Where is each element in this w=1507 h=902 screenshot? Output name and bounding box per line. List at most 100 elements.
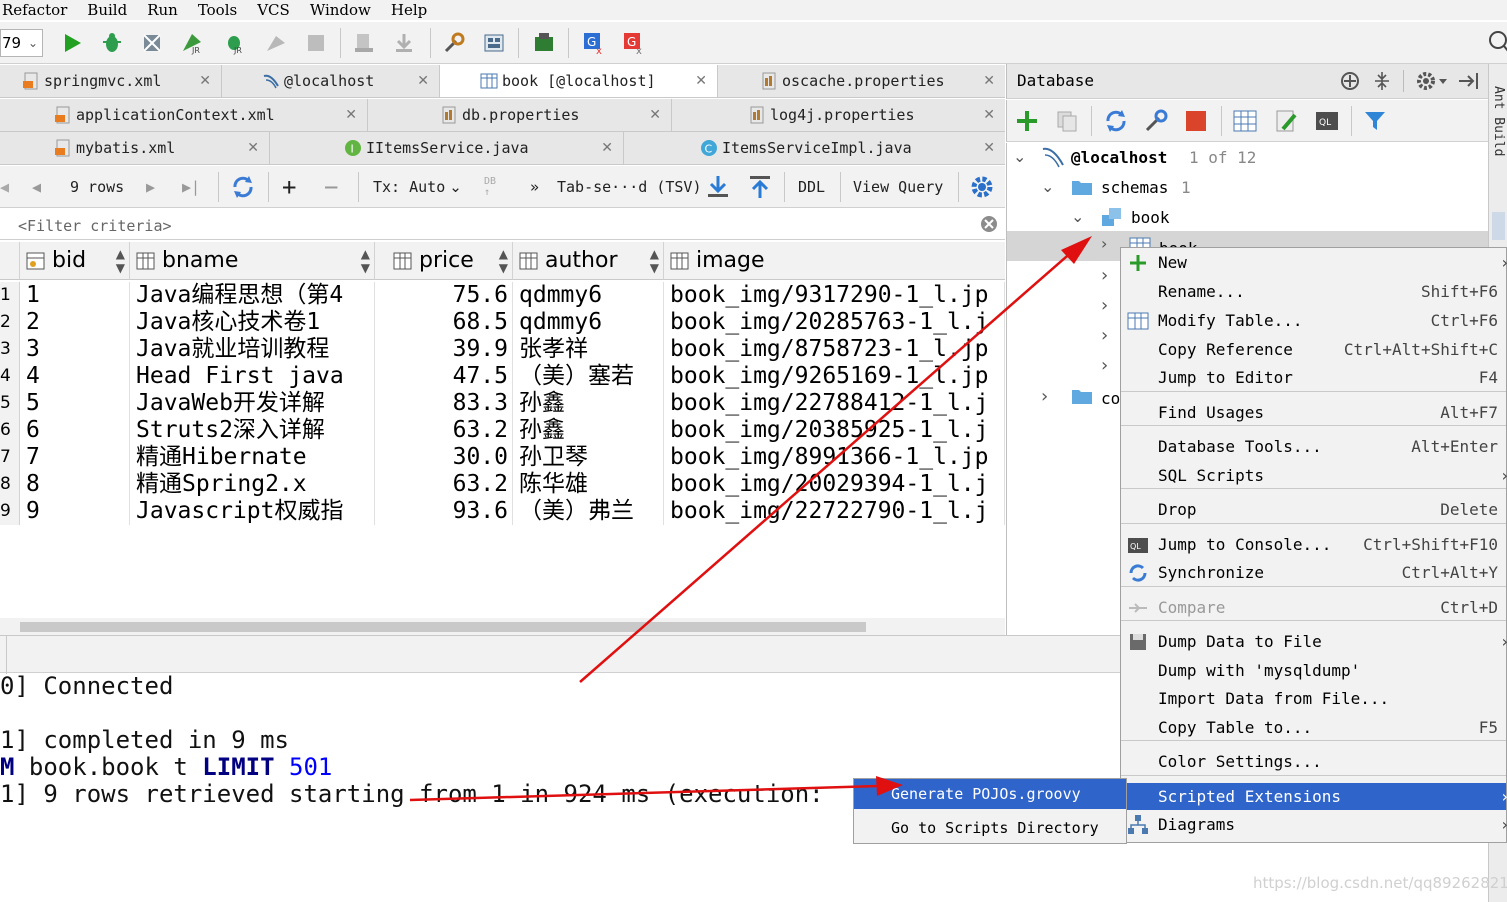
menu-refactor[interactable]: Refactor <box>0 1 77 19</box>
menu-item-generate-pojos[interactable]: Generate POJOs.groovy <box>854 779 1126 809</box>
copy-icon[interactable] <box>1055 109 1079 137</box>
column-header-author[interactable]: author ▲ ▼ <box>513 242 664 280</box>
more-icon[interactable]: » <box>530 166 539 208</box>
chevron-down-icon[interactable]: ⌄ <box>1013 147 1026 166</box>
menu-help[interactable]: Help <box>381 1 437 19</box>
menu-item-dump-with-mysqldump[interactable]: Dump with 'mysqldump' <box>1121 657 1506 684</box>
chevron-right-icon[interactable]: › <box>1101 265 1108 286</box>
delete-row-icon[interactable]: − <box>324 166 338 208</box>
menu-window[interactable]: Window <box>300 1 381 19</box>
cell-author[interactable]: 孙卫琴 <box>513 444 664 471</box>
database-tool-button[interactable] <box>1492 212 1505 240</box>
sql-console-icon[interactable]: QL <box>1315 109 1339 137</box>
tab-book-table[interactable]: book [@localhost] ✕ <box>440 65 718 97</box>
close-icon[interactable]: ✕ <box>199 73 211 89</box>
deploy-icon[interactable] <box>390 29 418 57</box>
cell-image[interactable]: book_img/20385925-1_l.j <box>664 417 1005 444</box>
cell-bid[interactable]: 7 <box>20 444 130 471</box>
close-icon[interactable]: ✕ <box>983 73 995 89</box>
menu-item-dump-data-to-file[interactable]: Dump Data to File › <box>1121 628 1507 655</box>
close-icon[interactable]: ✕ <box>601 140 613 156</box>
clear-filter-icon[interactable] <box>980 215 998 233</box>
chevron-right-icon[interactable]: › <box>1101 325 1108 346</box>
menu-item-diagrams[interactable]: Diagrams › <box>1121 811 1507 838</box>
cell-bname[interactable]: Java就业培训教程 <box>130 336 375 363</box>
menu-build[interactable]: Build <box>77 1 137 19</box>
run-jrebel-icon[interactable]: JR <box>178 29 206 57</box>
chevron-right-icon[interactable]: › <box>1101 355 1108 376</box>
cell-bname[interactable]: JavaWeb开发详解 <box>130 390 375 417</box>
close-icon[interactable]: ✕ <box>695 73 707 89</box>
ant-build-tool-button[interactable]: Ant Build <box>1491 86 1506 156</box>
cell-price[interactable]: 63.2 <box>375 417 513 444</box>
menu-item-modify-table[interactable]: Modify Table... Ctrl+F6 <box>1121 307 1506 334</box>
gear-icon[interactable] <box>1415 70 1449 96</box>
cell-bid[interactable]: 1 <box>20 282 130 309</box>
menu-item-rename[interactable]: Rename... Shift+F6 <box>1121 278 1506 305</box>
cell-price[interactable]: 93.6 <box>375 498 513 525</box>
tab-localhost-console[interactable]: @localhost ✕ <box>222 65 440 97</box>
translate-replace-icon[interactable]: Gx <box>620 29 648 57</box>
run-icon[interactable] <box>58 29 86 57</box>
menu-item-color-settings[interactable]: Color Settings... <box>1121 748 1506 775</box>
attach-icon[interactable] <box>262 29 290 57</box>
refresh-icon[interactable] <box>1103 108 1129 138</box>
collapse-all-icon[interactable] <box>1371 70 1393 96</box>
cell-author[interactable]: 陈华雄 <box>513 471 664 498</box>
chevron-right-icon[interactable]: › <box>1101 234 1107 253</box>
tree-node-host[interactable]: ⌄ @localhost 1 of 12 <box>1007 143 1489 173</box>
close-icon[interactable]: ✕ <box>345 107 357 123</box>
cell-author[interactable]: 孙鑫 <box>513 417 664 444</box>
cell-price[interactable]: 30.0 <box>375 444 513 471</box>
column-header-bid[interactable]: bid ▲ ▼ <box>20 242 130 280</box>
gear-icon[interactable] <box>970 166 994 208</box>
sort-icon[interactable]: ▲ ▼ <box>499 247 508 275</box>
chevron-down-icon[interactable]: ⌄ <box>1041 177 1054 196</box>
menu-item-sql-scripts[interactable]: SQL Scripts › <box>1121 462 1507 489</box>
tab-springmvc-xml[interactable]: springmvc.xml ✕ <box>0 65 222 97</box>
tab-applicationcontext-xml[interactable]: applicationContext.xml ✕ <box>0 99 368 131</box>
settings-wrench-icon[interactable] <box>440 29 468 57</box>
menu-item-jump-to-editor[interactable]: Jump to Editor F4 <box>1121 364 1506 391</box>
cell-bid[interactable]: 5 <box>20 390 130 417</box>
scrollbar-thumb[interactable] <box>20 622 866 632</box>
cell-bname[interactable]: Java编程思想（第4 <box>130 282 375 309</box>
menu-item-go-to-scripts-directory[interactable]: Go to Scripts Directory <box>854 813 1126 843</box>
view-query-button[interactable]: View Query <box>853 166 943 208</box>
filter-criteria-input[interactable]: <Filter criteria> <box>18 217 172 235</box>
menu-item-scripted-extensions[interactable]: Scripted Extensions › <box>1121 783 1507 810</box>
cell-bid[interactable]: 3 <box>20 336 130 363</box>
stop-icon[interactable] <box>302 29 330 57</box>
cell-bid[interactable]: 9 <box>20 498 130 525</box>
next-page-icon[interactable]: ▶ <box>146 166 155 208</box>
chevron-down-icon[interactable]: ⌄ <box>1071 207 1084 226</box>
add-target-icon[interactable] <box>1339 70 1361 96</box>
chevron-right-icon[interactable]: › <box>1101 295 1108 316</box>
menu-item-drop[interactable]: Drop Delete <box>1121 496 1506 523</box>
cell-bname[interactable]: Struts2深入详解 <box>130 417 375 444</box>
cell-image[interactable]: book_img/20285763-1_l.j <box>664 309 1005 336</box>
refresh-icon[interactable] <box>230 166 256 208</box>
tree-node-schemas[interactable]: ⌄ schemas 1 <box>1007 173 1489 203</box>
tab-mybatis-xml[interactable]: mybatis.xml ✕ <box>0 132 270 164</box>
db-commit-icon[interactable]: DB ↑ <box>484 166 496 208</box>
tab-itemsserviceimpl-java[interactable]: C ItemsServiceImpl.java ✕ <box>624 132 1005 164</box>
cell-price[interactable]: 39.9 <box>375 336 513 363</box>
menu-item-new[interactable]: New › <box>1121 249 1507 276</box>
cell-bid[interactable]: 6 <box>20 417 130 444</box>
column-header-image[interactable]: image <box>664 242 1005 280</box>
cell-bname[interactable]: 精通Spring2.x <box>130 471 375 498</box>
horizontal-scrollbar[interactable] <box>0 618 1005 635</box>
menu-item-import-data-from-file[interactable]: Import Data from File... <box>1121 685 1506 712</box>
table-editor-icon[interactable] <box>1233 109 1257 137</box>
menu-item-copy-table-to[interactable]: Copy Table to... F5 <box>1121 714 1506 741</box>
search-everywhere-icon[interactable] <box>1486 30 1507 54</box>
add-icon[interactable] <box>1015 109 1039 137</box>
tab-oscache-properties[interactable]: oscache.properties ✕ <box>718 65 1005 97</box>
cell-price[interactable]: 75.6 <box>375 282 513 309</box>
close-icon[interactable]: ✕ <box>983 107 995 123</box>
close-icon[interactable]: ✕ <box>417 73 429 89</box>
tab-log4j-properties[interactable]: log4j.properties ✕ <box>672 99 1005 131</box>
column-header-price[interactable]: price ▲ ▼ <box>375 242 513 280</box>
coverage-icon[interactable] <box>138 29 166 57</box>
